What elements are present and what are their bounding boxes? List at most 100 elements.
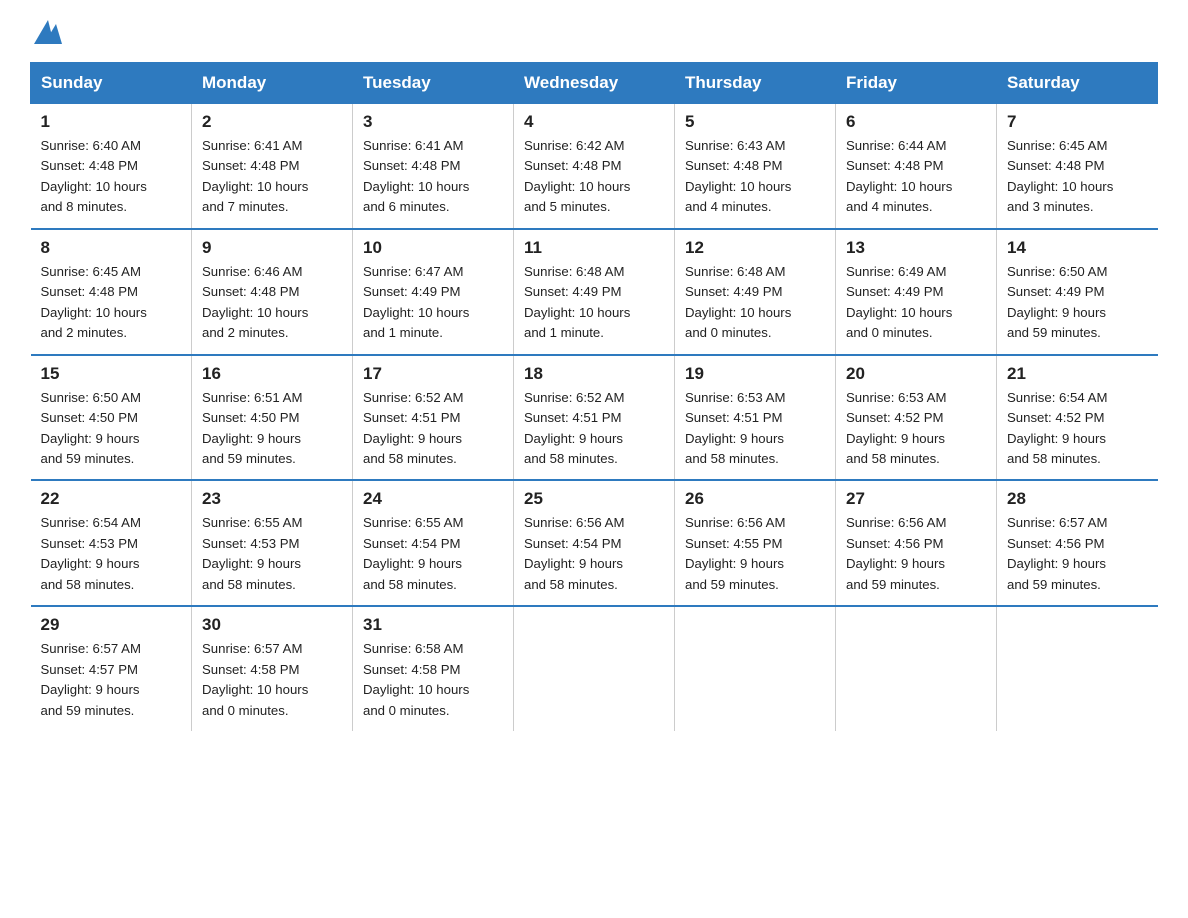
day-info: Sunrise: 6:56 AM Sunset: 4:56 PM Dayligh… bbox=[846, 513, 986, 595]
calendar-cell: 29Sunrise: 6:57 AM Sunset: 4:57 PM Dayli… bbox=[31, 606, 192, 731]
day-info: Sunrise: 6:52 AM Sunset: 4:51 PM Dayligh… bbox=[524, 388, 664, 470]
day-number: 18 bbox=[524, 364, 664, 384]
day-info: Sunrise: 6:44 AM Sunset: 4:48 PM Dayligh… bbox=[846, 136, 986, 218]
day-info: Sunrise: 6:57 AM Sunset: 4:57 PM Dayligh… bbox=[41, 639, 182, 721]
day-info: Sunrise: 6:55 AM Sunset: 4:53 PM Dayligh… bbox=[202, 513, 342, 595]
calendar-cell: 2Sunrise: 6:41 AM Sunset: 4:48 PM Daylig… bbox=[192, 104, 353, 229]
day-info: Sunrise: 6:57 AM Sunset: 4:58 PM Dayligh… bbox=[202, 639, 342, 721]
calendar-cell: 14 Sunrise: 6:50 AM Sunset: 4:49 PM Dayli… bbox=[997, 229, 1158, 355]
day-number: 8 bbox=[41, 238, 182, 258]
day-number: 26 bbox=[685, 489, 825, 509]
calendar-cell: 3 Sunrise: 6:41 AM Sunset: 4:48 PM Daylig… bbox=[353, 104, 514, 229]
calendar-cell: 4 Sunrise: 6:42 AM Sunset: 4:48 PM Daylig… bbox=[514, 104, 675, 229]
calendar-cell: 16 Sunrise: 6:51 AM Sunset: 4:50 PM Dayli… bbox=[192, 355, 353, 481]
calendar-cell: 1 Sunrise: 6:40 AM Sunset: 4:48 PM Daylig… bbox=[31, 104, 192, 229]
calendar-cell: 15Sunrise: 6:50 AM Sunset: 4:50 PM Dayli… bbox=[31, 355, 192, 481]
day-number: 13 bbox=[846, 238, 986, 258]
day-number: 27 bbox=[846, 489, 986, 509]
day-info: Sunrise: 6:41 AM Sunset: 4:48 PM Dayligh… bbox=[363, 136, 503, 218]
weekday-header-monday: Monday bbox=[192, 63, 353, 104]
calendar-header-row: SundayMondayTuesdayWednesdayThursdayFrid… bbox=[31, 63, 1158, 104]
calendar-week-row: 22 Sunrise: 6:54 AM Sunset: 4:53 PM Dayli… bbox=[31, 480, 1158, 606]
day-info: Sunrise: 6:55 AM Sunset: 4:54 PM Dayligh… bbox=[363, 513, 503, 595]
day-info: Sunrise: 6:45 AM Sunset: 4:48 PM Dayligh… bbox=[41, 262, 182, 344]
day-info: Sunrise: 6:52 AM Sunset: 4:51 PM Dayligh… bbox=[363, 388, 503, 470]
calendar-cell: 10 Sunrise: 6:47 AM Sunset: 4:49 PM Dayli… bbox=[353, 229, 514, 355]
calendar-cell: 17 Sunrise: 6:52 AM Sunset: 4:51 PM Dayli… bbox=[353, 355, 514, 481]
day-info: Sunrise: 6:56 AM Sunset: 4:54 PM Dayligh… bbox=[524, 513, 664, 595]
calendar-cell: 24 Sunrise: 6:55 AM Sunset: 4:54 PM Dayli… bbox=[353, 480, 514, 606]
calendar-cell: 20 Sunrise: 6:53 AM Sunset: 4:52 PM Dayli… bbox=[836, 355, 997, 481]
calendar-cell: 31 Sunrise: 6:58 AM Sunset: 4:58 PM Dayli… bbox=[353, 606, 514, 731]
day-number: 28 bbox=[1007, 489, 1148, 509]
day-info: Sunrise: 6:42 AM Sunset: 4:48 PM Dayligh… bbox=[524, 136, 664, 218]
day-number: 12 bbox=[685, 238, 825, 258]
calendar-cell bbox=[997, 606, 1158, 731]
calendar-week-row: 15Sunrise: 6:50 AM Sunset: 4:50 PM Dayli… bbox=[31, 355, 1158, 481]
day-number: 25 bbox=[524, 489, 664, 509]
day-info: Sunrise: 6:58 AM Sunset: 4:58 PM Dayligh… bbox=[363, 639, 503, 721]
day-number: 4 bbox=[524, 112, 664, 132]
calendar-cell: 11Sunrise: 6:48 AM Sunset: 4:49 PM Dayli… bbox=[514, 229, 675, 355]
day-number: 3 bbox=[363, 112, 503, 132]
day-info: Sunrise: 6:53 AM Sunset: 4:52 PM Dayligh… bbox=[846, 388, 986, 470]
calendar-cell: 26 Sunrise: 6:56 AM Sunset: 4:55 PM Dayli… bbox=[675, 480, 836, 606]
weekday-header-saturday: Saturday bbox=[997, 63, 1158, 104]
calendar-cell: 27 Sunrise: 6:56 AM Sunset: 4:56 PM Dayli… bbox=[836, 480, 997, 606]
calendar-cell: 23 Sunrise: 6:55 AM Sunset: 4:53 PM Dayli… bbox=[192, 480, 353, 606]
weekday-header-wednesday: Wednesday bbox=[514, 63, 675, 104]
day-number: 21 bbox=[1007, 364, 1148, 384]
day-info: Sunrise: 6:41 AM Sunset: 4:48 PM Dayligh… bbox=[202, 136, 342, 218]
page-header bbox=[30, 20, 1158, 44]
calendar-week-row: 1 Sunrise: 6:40 AM Sunset: 4:48 PM Daylig… bbox=[31, 104, 1158, 229]
day-number: 10 bbox=[363, 238, 503, 258]
day-number: 6 bbox=[846, 112, 986, 132]
day-number: 23 bbox=[202, 489, 342, 509]
day-number: 14 bbox=[1007, 238, 1148, 258]
logo-flag-icon bbox=[34, 20, 62, 44]
day-info: Sunrise: 6:53 AM Sunset: 4:51 PM Dayligh… bbox=[685, 388, 825, 470]
calendar-cell: 9Sunrise: 6:46 AM Sunset: 4:48 PM Daylig… bbox=[192, 229, 353, 355]
calendar-cell bbox=[514, 606, 675, 731]
calendar-cell bbox=[675, 606, 836, 731]
weekday-header-tuesday: Tuesday bbox=[353, 63, 514, 104]
calendar-table: SundayMondayTuesdayWednesdayThursdayFrid… bbox=[30, 62, 1158, 731]
day-info: Sunrise: 6:54 AM Sunset: 4:53 PM Dayligh… bbox=[41, 513, 182, 595]
day-number: 16 bbox=[202, 364, 342, 384]
day-number: 24 bbox=[363, 489, 503, 509]
day-info: Sunrise: 6:47 AM Sunset: 4:49 PM Dayligh… bbox=[363, 262, 503, 344]
day-number: 20 bbox=[846, 364, 986, 384]
day-number: 22 bbox=[41, 489, 182, 509]
calendar-cell: 5Sunrise: 6:43 AM Sunset: 4:48 PM Daylig… bbox=[675, 104, 836, 229]
calendar-cell: 6 Sunrise: 6:44 AM Sunset: 4:48 PM Daylig… bbox=[836, 104, 997, 229]
calendar-cell: 25 Sunrise: 6:56 AM Sunset: 4:54 PM Dayli… bbox=[514, 480, 675, 606]
day-number: 5 bbox=[685, 112, 825, 132]
weekday-header-thursday: Thursday bbox=[675, 63, 836, 104]
day-info: Sunrise: 6:56 AM Sunset: 4:55 PM Dayligh… bbox=[685, 513, 825, 595]
weekday-header-sunday: Sunday bbox=[31, 63, 192, 104]
day-info: Sunrise: 6:48 AM Sunset: 4:49 PM Dayligh… bbox=[685, 262, 825, 344]
day-number: 1 bbox=[41, 112, 182, 132]
day-info: Sunrise: 6:46 AM Sunset: 4:48 PM Dayligh… bbox=[202, 262, 342, 344]
day-info: Sunrise: 6:57 AM Sunset: 4:56 PM Dayligh… bbox=[1007, 513, 1148, 595]
calendar-week-row: 8 Sunrise: 6:45 AM Sunset: 4:48 PM Daylig… bbox=[31, 229, 1158, 355]
day-info: Sunrise: 6:48 AM Sunset: 4:49 PM Dayligh… bbox=[524, 262, 664, 344]
calendar-cell bbox=[836, 606, 997, 731]
day-info: Sunrise: 6:51 AM Sunset: 4:50 PM Dayligh… bbox=[202, 388, 342, 470]
day-info: Sunrise: 6:40 AM Sunset: 4:48 PM Dayligh… bbox=[41, 136, 182, 218]
calendar-cell: 21Sunrise: 6:54 AM Sunset: 4:52 PM Dayli… bbox=[997, 355, 1158, 481]
calendar-cell: 8 Sunrise: 6:45 AM Sunset: 4:48 PM Daylig… bbox=[31, 229, 192, 355]
day-number: 31 bbox=[363, 615, 503, 635]
logo bbox=[30, 20, 62, 44]
calendar-cell: 28 Sunrise: 6:57 AM Sunset: 4:56 PM Dayli… bbox=[997, 480, 1158, 606]
day-number: 19 bbox=[685, 364, 825, 384]
day-info: Sunrise: 6:50 AM Sunset: 4:50 PM Dayligh… bbox=[41, 388, 182, 470]
day-info: Sunrise: 6:49 AM Sunset: 4:49 PM Dayligh… bbox=[846, 262, 986, 344]
day-info: Sunrise: 6:50 AM Sunset: 4:49 PM Dayligh… bbox=[1007, 262, 1148, 344]
calendar-week-row: 29Sunrise: 6:57 AM Sunset: 4:57 PM Dayli… bbox=[31, 606, 1158, 731]
day-number: 30 bbox=[202, 615, 342, 635]
day-number: 17 bbox=[363, 364, 503, 384]
weekday-header-friday: Friday bbox=[836, 63, 997, 104]
calendar-cell: 30 Sunrise: 6:57 AM Sunset: 4:58 PM Dayli… bbox=[192, 606, 353, 731]
calendar-cell: 19 Sunrise: 6:53 AM Sunset: 4:51 PM Dayli… bbox=[675, 355, 836, 481]
